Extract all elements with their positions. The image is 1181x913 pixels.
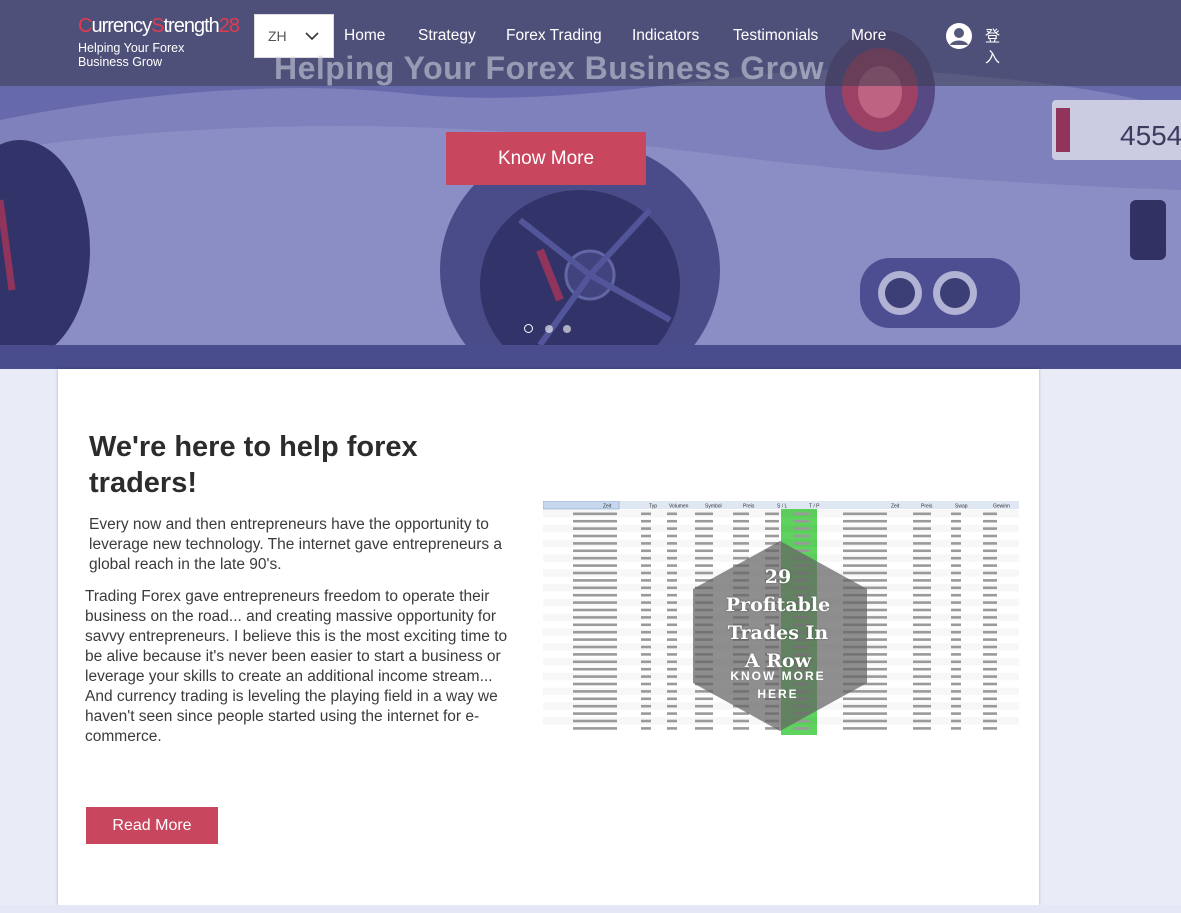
know-more-button[interactable]: Know More bbox=[446, 132, 646, 185]
sheet-header: Typ bbox=[649, 504, 657, 510]
nav-item-strategy[interactable]: Strategy bbox=[418, 27, 476, 45]
nav-item-forex-trading[interactable]: Forex Trading bbox=[506, 27, 602, 45]
sheet-header: T / P bbox=[809, 504, 820, 510]
nav-item-testimonials[interactable]: Testimonials bbox=[733, 27, 818, 45]
sheet-header: Preis bbox=[743, 504, 755, 510]
intro-paragraph-2: Trading Forex gave entrepreneurs freedom… bbox=[85, 588, 508, 745]
promo-cta-text[interactable]: KNOW MORE HERE bbox=[713, 667, 843, 703]
page-footer-strip bbox=[0, 905, 1181, 913]
chevron-down-icon bbox=[305, 32, 319, 41]
brand-tagline: Helping Your Forex Business Grow bbox=[78, 41, 185, 69]
hero-banner: 4554 CurrencyStrength28 Helping Your For… bbox=[0, 0, 1181, 369]
promo-title: 29 Profitable Trades In A Row bbox=[725, 566, 831, 672]
sheet-header: Preis bbox=[921, 504, 933, 510]
slide-dot-1[interactable] bbox=[524, 324, 533, 333]
sheet-header: Volumen bbox=[669, 504, 689, 510]
nav-item-more[interactable]: More bbox=[851, 27, 886, 45]
nav-item-indicators[interactable]: Indicators bbox=[632, 27, 699, 45]
intro-paragraph-1: Every now and then entrepreneurs have th… bbox=[89, 516, 503, 573]
slide-dot-2[interactable] bbox=[545, 325, 553, 333]
language-value: ZH bbox=[268, 28, 287, 44]
sheet-header: Symbol bbox=[705, 504, 722, 510]
read-more-button[interactable]: Read More bbox=[86, 807, 218, 844]
sheet-header: Swap bbox=[955, 504, 968, 510]
login-label: 登入 bbox=[985, 28, 1001, 66]
slide-dot-3[interactable] bbox=[563, 325, 571, 333]
sheet-header: Zeit bbox=[891, 504, 900, 510]
intro-section: We're here to help forex traders! Every … bbox=[58, 369, 1039, 905]
brand-name: CurrencyStrength28 bbox=[78, 15, 240, 37]
site-logo[interactable]: CurrencyStrength28 Helping Your Forex Bu… bbox=[78, 14, 240, 69]
section-heading: We're here to help forex traders! bbox=[89, 431, 418, 499]
sheet-header: Gewinn bbox=[993, 504, 1010, 510]
hero-ghost-title: Helping Your Forex Business Grow bbox=[274, 50, 825, 86]
user-avatar-icon bbox=[946, 23, 972, 49]
nav-item-home[interactable]: Home bbox=[344, 27, 385, 45]
profitable-trades-promo[interactable]: Zeit Typ Volumen Symbol Preis S / L T / P Zeit P… bbox=[543, 501, 1019, 735]
sheet-header: S / L bbox=[777, 504, 788, 510]
sheet-header: Zeit bbox=[603, 504, 612, 510]
